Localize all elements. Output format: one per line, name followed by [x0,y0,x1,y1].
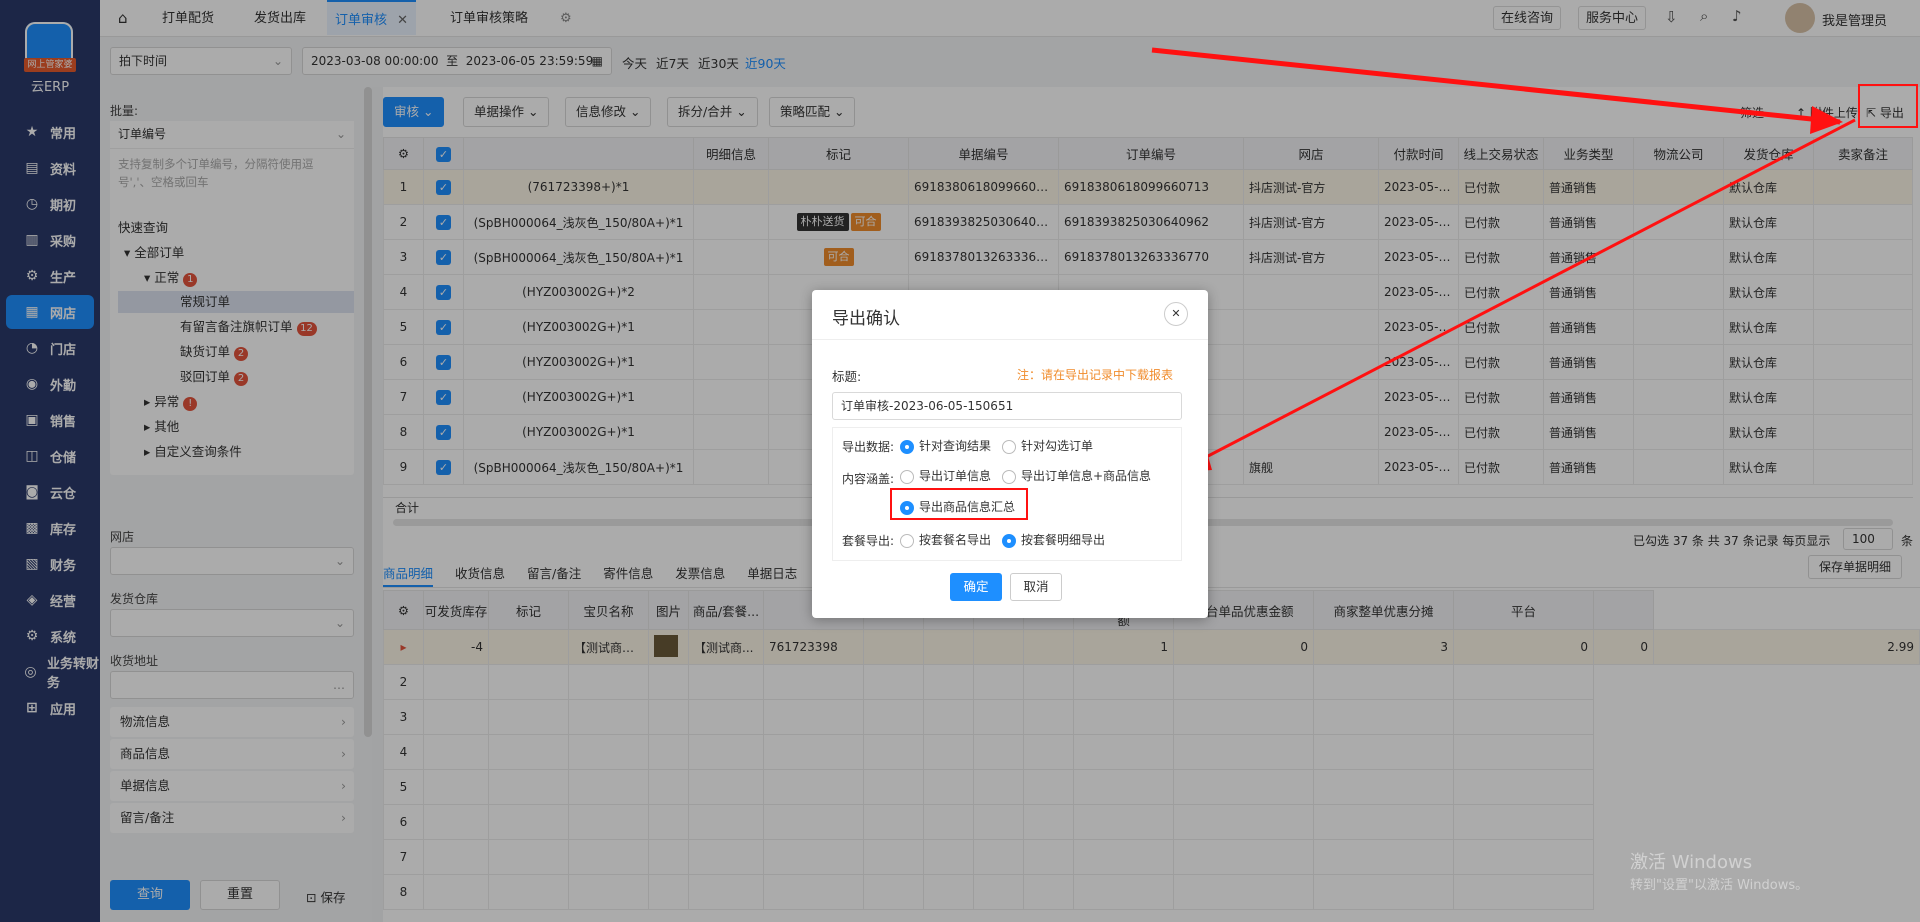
radio-query-result[interactable]: 针对查询结果 [900,437,991,454]
export-highlight-box [1858,84,1918,128]
radio-label: 针对查询结果 [919,439,992,453]
radio-dot [900,533,914,548]
radio-dot [900,439,914,454]
confirm-button[interactable]: 确定 [950,573,1002,601]
radio-order-product-info[interactable]: 导出订单信息+商品信息 [1002,467,1151,484]
radio-label: 按套餐名导出 [919,533,992,547]
export-dialog: 导出确认 ✕ 标题: 注：请在导出记录中下载报表 订单审核-2023-06-05… [812,290,1208,618]
radio-combo-name[interactable]: 按套餐名导出 [900,531,991,548]
radio-dot [900,469,914,484]
radio-label: 针对勾选订单 [1021,439,1094,453]
summary-highlight-box [890,488,1028,520]
radio-dot [1002,439,1016,454]
dialog-divider [812,339,1208,340]
dialog-title: 导出确认 [832,309,900,329]
radio-label: 按套餐明细导出 [1021,533,1106,547]
content-label: 内容涵盖: [842,472,895,486]
radio-label: 导出订单信息+商品信息 [1021,469,1152,483]
watermark-title: 激活 Windows [1630,852,1753,873]
arrow-line-1 [1151,47,1841,125]
radio-checked-orders[interactable]: 针对勾选订单 [1002,437,1093,454]
cancel-button[interactable]: 取消 [1010,573,1062,601]
watermark-sub: 转到"设置"以激活 Windows。 [1630,878,1809,893]
radio-dot [1002,533,1016,548]
export-title-input[interactable]: 订单审核-2023-06-05-150651 [832,392,1182,420]
data-label: 导出数据: [842,440,895,454]
radio-label: 导出订单信息 [919,469,992,483]
combo-label: 套餐导出: [842,534,895,548]
dialog-note: 注：请在导出记录中下载报表 [1017,368,1174,382]
close-icon[interactable]: ✕ [1164,302,1188,326]
radio-combo-detail[interactable]: 按套餐明细导出 [1002,531,1105,548]
radio-dot [1002,469,1016,484]
arrow-line-2 [1184,118,1856,470]
radio-order-info[interactable]: 导出订单信息 [900,467,991,484]
title-label: 标题: [832,369,862,384]
